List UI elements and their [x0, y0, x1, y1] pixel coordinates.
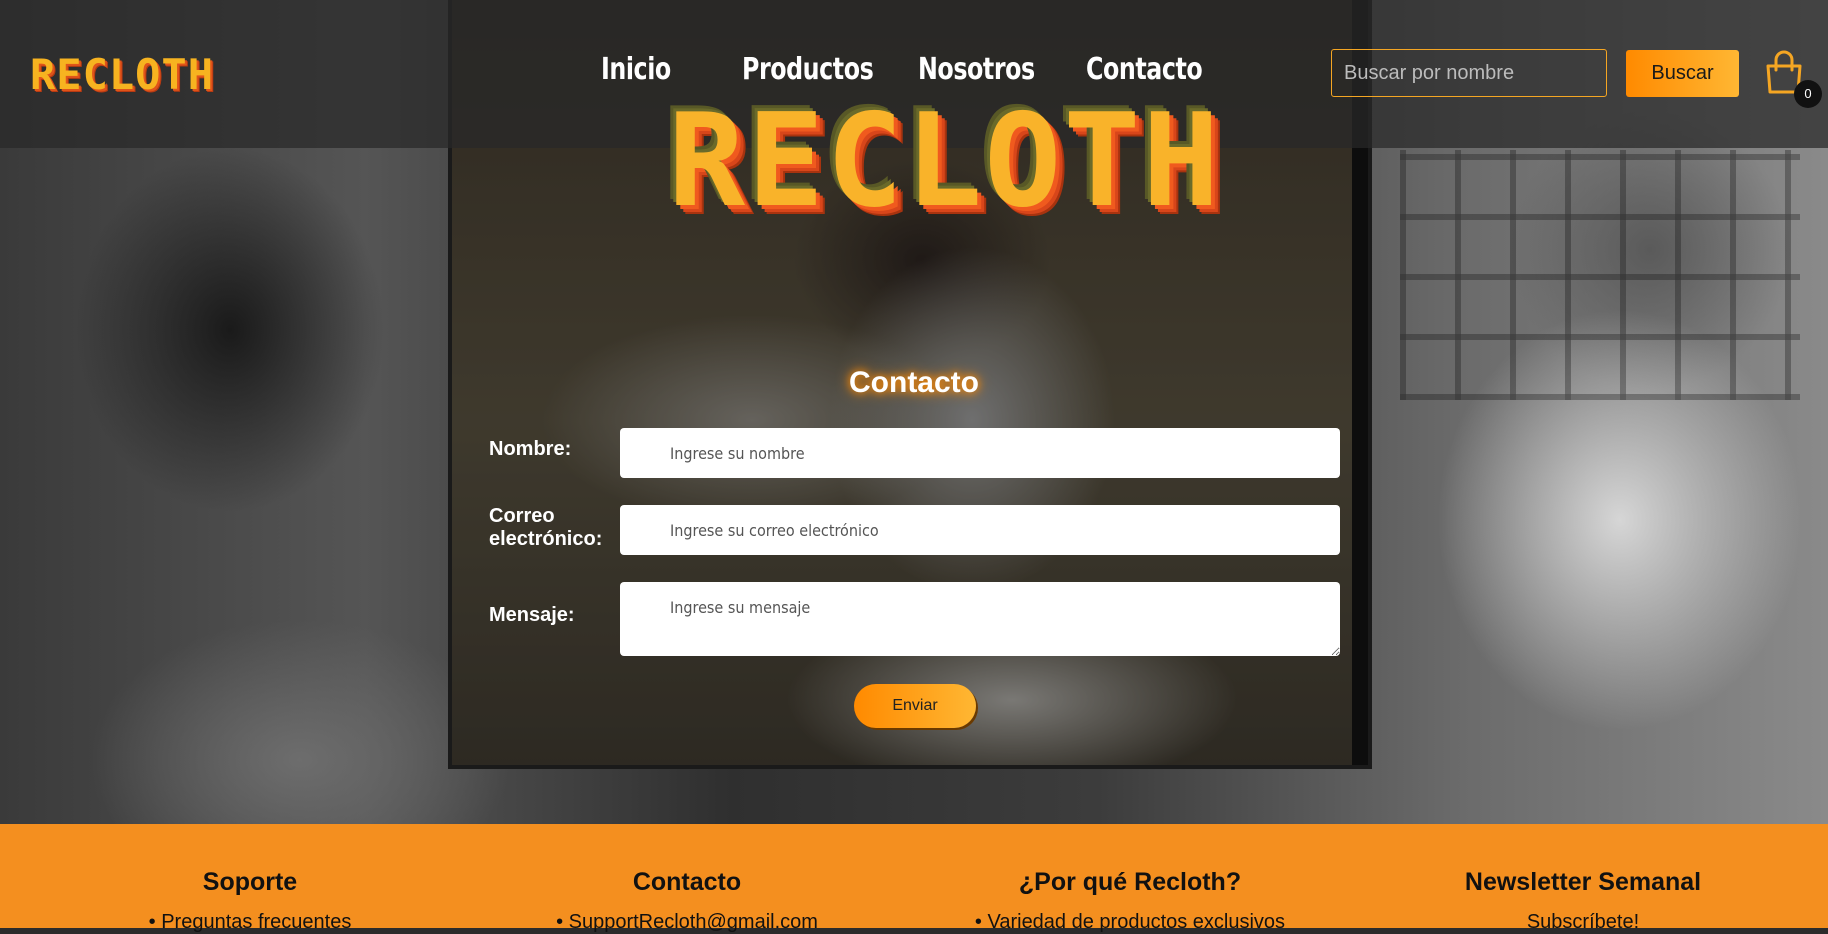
- message-label: Mensaje:: [489, 604, 575, 626]
- name-field[interactable]: [620, 428, 1340, 478]
- search-input[interactable]: [1331, 49, 1607, 97]
- email-field[interactable]: [620, 505, 1340, 555]
- nav-item-inicio[interactable]: Inicio: [601, 52, 671, 87]
- footer-item-variedad: • Variedad de productos exclusivos: [974, 911, 1286, 933]
- footer-link-faq[interactable]: • Preguntas frecuentes: [100, 911, 400, 934]
- footer-column-title: Soporte: [202, 868, 298, 896]
- footer-column-soporte: Soporte • Preguntas frecuentes: [100, 868, 400, 934]
- footer-newsletter-subscribe[interactable]: Subscríbete!: [1433, 911, 1733, 934]
- footer-column-por-que: ¿Por qué Recloth? • Variedad de producto…: [930, 868, 1330, 934]
- message-field[interactable]: [620, 582, 1340, 656]
- send-button[interactable]: Enviar: [854, 684, 976, 728]
- nav-item-productos[interactable]: Productos: [742, 52, 874, 87]
- footer-column-title: Contacto: [632, 868, 742, 896]
- footer-link-email[interactable]: • SupportRecloth@gmail.com: [537, 911, 837, 934]
- name-label: Nombre:: [489, 438, 572, 460]
- footer-column-title: ¿Por qué Recloth?: [1018, 868, 1242, 896]
- hero-logo: RECLOTH: [668, 87, 1222, 236]
- contact-form-title: Contacto: [849, 366, 979, 399]
- email-label: Correo electrónico:: [489, 505, 603, 550]
- site-footer: Soporte • Preguntas frecuentes Contacto …: [0, 824, 1828, 933]
- cart-count-badge: 0: [1794, 80, 1822, 108]
- footer-column-title: Newsletter Semanal: [1464, 868, 1702, 896]
- background-window-grid: [1400, 150, 1800, 400]
- search-button[interactable]: Buscar: [1626, 50, 1739, 97]
- header-logo[interactable]: RECLOTH: [30, 50, 214, 99]
- nav-item-nosotros[interactable]: Nosotros: [918, 52, 1035, 87]
- footer-column-newsletter: Newsletter Semanal Subscríbete!: [1433, 868, 1733, 934]
- footer-column-contacto: Contacto • SupportRecloth@gmail.com: [537, 868, 837, 934]
- nav-item-contacto[interactable]: Contacto: [1086, 52, 1203, 87]
